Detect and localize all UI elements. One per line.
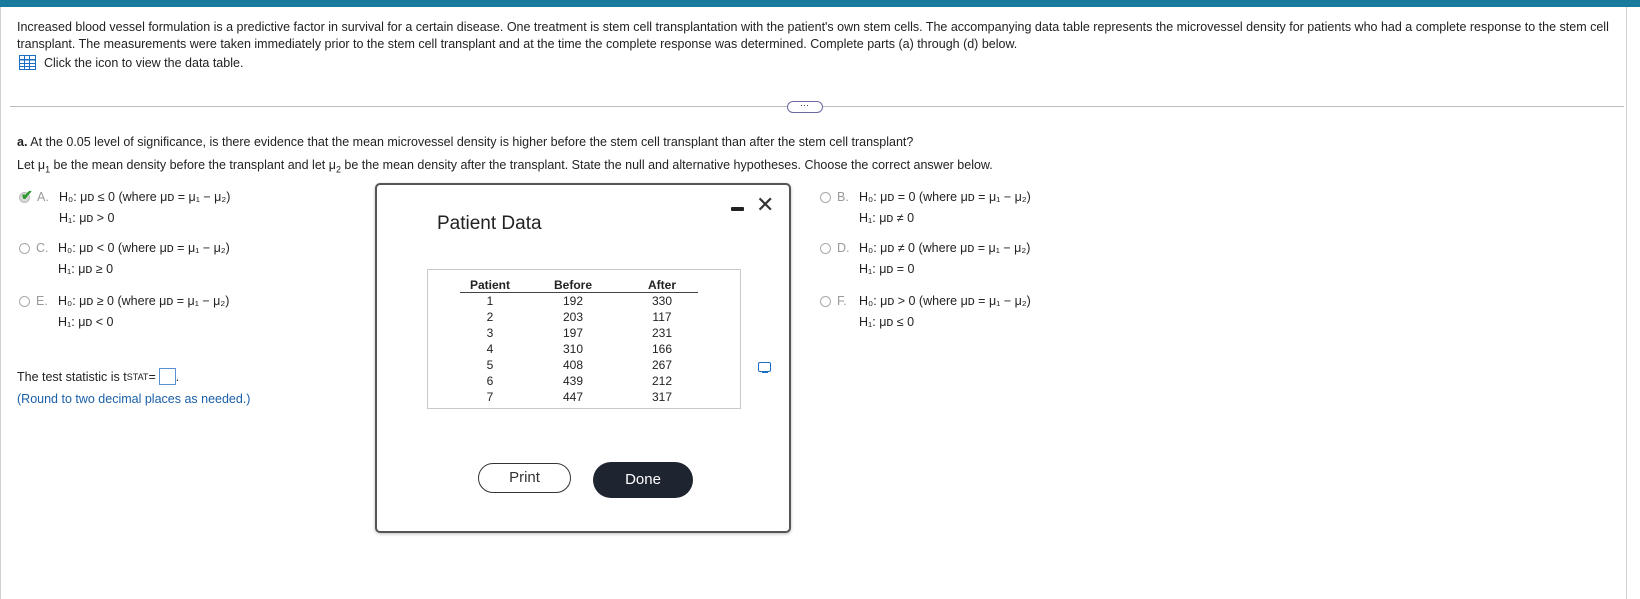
cell-patient: 7 [486, 390, 494, 404]
cell-patient: 6 [486, 374, 494, 388]
table-row: 7 447 317 [460, 389, 698, 405]
column-header-before: Before [520, 277, 626, 293]
patient-data-table: Patient Before After 1 192 330 2 203 117 3 19… [427, 269, 771, 409]
print-button[interactable]: Print [478, 463, 571, 493]
cell-patient: 3 [486, 326, 494, 340]
option-a-h0: H₀: μᴅ ≤ 0 (where μᴅ = μ₁ − μ₂) [59, 190, 231, 204]
right-border [1626, 7, 1627, 599]
checkmark-icon: ✔ [21, 187, 33, 203]
option-e[interactable]: E. H₀: μᴅ ≥ 0 (where μᴅ = μ₁ − μ₂) H₁: μ… [19, 294, 229, 333]
option-b-letter: B. [837, 190, 849, 204]
let-text-part3: be the mean density after the transplant… [340, 158, 993, 172]
cell-patient: 2 [486, 310, 494, 324]
hypothesis-instructions: Let μ1 be the mean density before the tr… [17, 158, 993, 175]
option-f-h1: H₁: μᴅ ≤ 0 [859, 315, 915, 329]
rounding-note: (Round to two decimal places as needed.) [17, 392, 251, 406]
option-b[interactable]: B. H₀: μᴅ = 0 (where μᴅ = μ₁ − μ₂) H₁: μ… [820, 190, 1031, 229]
table-row: 4 310 166 [460, 341, 698, 357]
let-text-part1: Let μ [17, 158, 46, 172]
question-a-prefix: a. [17, 135, 28, 149]
test-stat-sub: STAT [126, 371, 149, 382]
option-b-h0: H₀: μᴅ = 0 (where μᴅ = μ₁ − μ₂) [859, 190, 1031, 204]
let-text-part2: be the mean density before the transplan… [50, 158, 336, 172]
option-d-letter: D. [837, 241, 850, 255]
question-a-text: At the 0.05 level of significance, is th… [30, 135, 914, 149]
option-d-h0: H₀: μᴅ ≠ 0 (where μᴅ = μ₁ − μ₂) [859, 241, 1031, 255]
option-b-h1: H₁: μᴅ ≠ 0 [859, 211, 915, 225]
option-d[interactable]: D. H₀: μᴅ ≠ 0 (where μᴅ = μ₁ − μ₂) H₁: μ… [820, 241, 1030, 280]
option-c-letter: C. [36, 241, 49, 255]
view-data-table-label[interactable]: Click the icon to view the data table. [44, 56, 243, 70]
option-d-radio[interactable] [820, 243, 831, 254]
cell-before: 447 [562, 390, 584, 404]
cell-patient: 1 [486, 294, 494, 308]
close-icon[interactable]: ✕ [756, 194, 774, 216]
cell-after: 231 [651, 326, 673, 340]
option-f[interactable]: F. H₀: μᴅ > 0 (where μᴅ = μ₁ − μ₂) H₁: μ… [820, 294, 1031, 333]
cell-patient: 4 [486, 342, 494, 356]
option-e-h1: H₁: μᴅ < 0 [58, 315, 114, 329]
view-data-table-link[interactable]: Click the icon to view the data table. [19, 55, 243, 70]
option-e-radio[interactable] [19, 296, 30, 307]
expand-more-button[interactable]: ⋯ [787, 101, 823, 113]
left-border [0, 7, 1, 599]
cell-after: 330 [651, 294, 673, 308]
test-stat-suffix: = [148, 369, 156, 384]
test-stat-end: . [175, 369, 180, 384]
option-c-radio[interactable] [19, 243, 30, 254]
option-b-radio[interactable] [820, 192, 831, 203]
table-row: 6 439 212 [460, 373, 698, 389]
option-e-h0: H₀: μᴅ ≥ 0 (where μᴅ = μ₁ − μ₂) [58, 294, 230, 308]
cell-before: 439 [562, 374, 584, 388]
done-button[interactable]: Done [593, 462, 693, 498]
test-statistic-input[interactable] [158, 368, 176, 385]
table-row: 3 197 231 [460, 325, 698, 341]
option-c-h1: H₁: μᴅ ≥ 0 [58, 262, 114, 276]
top-accent-bar [0, 0, 1640, 7]
minimize-button[interactable] [731, 207, 744, 211]
option-f-h0: H₀: μᴅ > 0 (where μᴅ = μ₁ − μ₂) [859, 294, 1031, 308]
cell-after: 212 [651, 374, 673, 388]
column-header-after: After [626, 277, 698, 293]
cell-before: 408 [562, 358, 584, 372]
cell-patient: 5 [486, 358, 494, 372]
option-c[interactable]: C. H₀: μᴅ < 0 (where μᴅ = μ₁ − μ₂) H₁: μ… [19, 241, 230, 280]
cell-after: 317 [651, 390, 673, 404]
cell-after: 166 [651, 342, 673, 356]
option-e-letter: E. [36, 294, 48, 308]
option-f-radio[interactable] [820, 296, 831, 307]
question-a: a. At the 0.05 level of significance, is… [17, 135, 913, 149]
column-header-patient: Patient [460, 277, 520, 293]
option-a-radio[interactable]: ✔ [19, 187, 33, 204]
option-a-h1: H₁: μᴅ > 0 [59, 211, 115, 225]
cell-before: 197 [562, 326, 584, 340]
test-stat-prefix: The test statistic is t [17, 369, 127, 384]
option-d-h1: H₁: μᴅ = 0 [859, 262, 915, 276]
option-f-letter: F. [837, 294, 847, 308]
cell-before: 203 [562, 310, 584, 324]
cell-before: 192 [562, 294, 584, 308]
cell-before: 310 [562, 342, 584, 356]
option-a-letter: A. [37, 190, 49, 204]
option-c-h0: H₀: μᴅ < 0 (where μᴅ = μ₁ − μ₂) [58, 241, 230, 255]
cell-after: 117 [652, 310, 672, 324]
table-row: 5 408 267 [460, 357, 698, 373]
table-row: 2 203 117 [460, 309, 698, 325]
cell-after: 267 [651, 358, 673, 372]
option-a[interactable]: ✔ A. H₀: μᴅ ≤ 0 (where μᴅ = μ₁ − μ₂) H₁:… [19, 187, 231, 229]
dialog-title: Patient Data [437, 213, 542, 234]
problem-intro: Increased blood vessel formulation is a … [17, 20, 1609, 51]
copy-icon[interactable] [758, 362, 771, 373]
test-statistic-row: The test statistic is t STAT = . [17, 368, 179, 385]
table-grid-icon[interactable] [19, 55, 36, 70]
table-row: 1 192 330 [460, 293, 698, 310]
patient-data-dialog: Patient Data ✕ Patient Before After 1 192… [375, 183, 791, 533]
